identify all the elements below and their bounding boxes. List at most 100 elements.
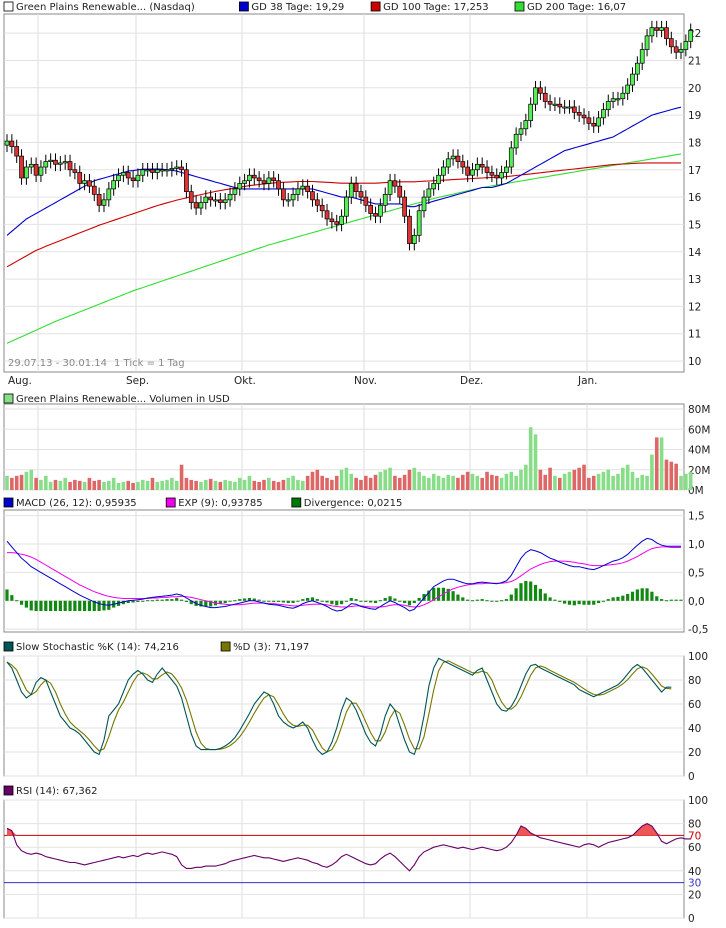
candle-body bbox=[441, 166, 446, 176]
volume-bar bbox=[184, 477, 189, 490]
candle-body bbox=[169, 168, 175, 171]
volume-bar bbox=[271, 480, 276, 490]
candle-body bbox=[668, 38, 674, 48]
candle-body bbox=[552, 103, 558, 106]
volume-bar bbox=[43, 475, 48, 490]
volume-bar bbox=[315, 469, 320, 490]
candle-body bbox=[581, 114, 587, 119]
volume-bar bbox=[339, 469, 344, 490]
candle-body bbox=[300, 185, 306, 190]
volume-bar bbox=[397, 477, 402, 490]
divergence-bar bbox=[315, 599, 319, 601]
divergence-bar bbox=[146, 600, 150, 602]
stoch-panel-frame bbox=[3, 655, 685, 777]
volume-bar bbox=[645, 475, 649, 490]
volume-bar bbox=[611, 475, 615, 490]
candle-body bbox=[436, 174, 441, 184]
candle-body bbox=[601, 109, 606, 119]
candle-body bbox=[547, 101, 553, 105]
volume-bar bbox=[34, 477, 38, 490]
divergence-bar bbox=[519, 583, 523, 601]
divergence-bar bbox=[335, 600, 339, 606]
chart_data-0-legend-label-3: GD 200 Tage: 16,07 bbox=[527, 2, 626, 13]
divergence-bar bbox=[19, 600, 24, 605]
divergence-bar bbox=[436, 587, 441, 601]
candle-body bbox=[649, 27, 655, 37]
candle-body bbox=[513, 133, 519, 149]
macd-ytick-0: -0,5 bbox=[688, 624, 709, 636]
chart_data-2-legend-swatch-2 bbox=[291, 497, 302, 508]
volume-bar bbox=[621, 467, 625, 490]
volume-bar bbox=[82, 481, 87, 490]
price-ytick-6: 16 bbox=[688, 192, 702, 204]
divergence-bar bbox=[150, 600, 155, 602]
price-ytick-5: 15 bbox=[688, 219, 701, 231]
divergence-bar bbox=[223, 600, 227, 604]
volume-bar bbox=[140, 479, 145, 490]
divergence-bar bbox=[461, 597, 465, 601]
candle-body bbox=[639, 49, 645, 64]
volume-bar bbox=[393, 475, 397, 490]
candle-body bbox=[654, 27, 660, 31]
divergence-bar bbox=[470, 600, 475, 602]
volume-bar bbox=[368, 477, 373, 490]
volume-bar bbox=[276, 481, 281, 490]
volume-bar bbox=[538, 469, 543, 490]
divergence-bar bbox=[577, 600, 581, 605]
candle-body bbox=[213, 199, 218, 202]
candle-body bbox=[154, 169, 160, 173]
volume-bar bbox=[131, 482, 135, 490]
candle-body bbox=[392, 180, 398, 187]
volume-bar bbox=[422, 475, 426, 490]
candle-body bbox=[91, 185, 97, 195]
volume-bar bbox=[126, 480, 131, 490]
divergence-bar bbox=[68, 600, 72, 612]
candle-body bbox=[67, 161, 73, 171]
volume-ytick-3: 60M bbox=[688, 424, 710, 436]
volume-bar bbox=[286, 477, 291, 490]
divergence-bar bbox=[131, 600, 135, 603]
volume-bar bbox=[325, 477, 329, 490]
divergence-bar bbox=[475, 599, 479, 601]
volume-ytick-2: 40M bbox=[688, 445, 710, 457]
candle-body bbox=[358, 191, 364, 198]
volume-bar bbox=[669, 461, 674, 490]
candle-body bbox=[43, 161, 49, 168]
divergence-bar bbox=[320, 600, 324, 602]
volume-bar bbox=[640, 474, 645, 490]
volume-bar bbox=[417, 471, 421, 490]
candle-body bbox=[203, 196, 209, 203]
volume-bar bbox=[625, 464, 630, 490]
divergence-bar bbox=[281, 600, 285, 603]
divergence-bar bbox=[39, 600, 43, 612]
divergence-bar bbox=[58, 600, 62, 612]
candle-body bbox=[256, 177, 262, 182]
candle-body bbox=[402, 196, 407, 217]
volume-bar bbox=[485, 471, 489, 490]
candle-body bbox=[116, 174, 121, 182]
candle-body bbox=[188, 191, 194, 203]
divergence-bar bbox=[97, 600, 101, 612]
divergence-bar bbox=[373, 600, 378, 604]
candle-body bbox=[285, 199, 291, 202]
volume-bar bbox=[53, 479, 58, 490]
divergence-bar bbox=[10, 595, 14, 601]
chart_data-4-legend-label-0: RSI (14): 67,362 bbox=[16, 786, 98, 797]
divergence-bar bbox=[242, 598, 247, 601]
divergence-bar bbox=[49, 600, 53, 612]
candle-body bbox=[334, 221, 340, 225]
candle-body bbox=[373, 213, 378, 217]
divergence-bar bbox=[660, 599, 664, 601]
volume-bar bbox=[688, 471, 693, 490]
volume-bar bbox=[407, 469, 412, 490]
macd-ytick-4: 1,5 bbox=[688, 511, 705, 523]
candle-body bbox=[538, 87, 543, 94]
volume-panel-frame bbox=[3, 403, 685, 491]
price-ytick-9: 19 bbox=[688, 110, 701, 122]
divergence-bar bbox=[29, 600, 33, 611]
macd-panel-frame bbox=[3, 509, 685, 633]
volume-bar bbox=[494, 475, 499, 490]
candle-body bbox=[576, 112, 582, 116]
candle-body bbox=[150, 169, 155, 173]
divergence-bar bbox=[262, 600, 266, 602]
